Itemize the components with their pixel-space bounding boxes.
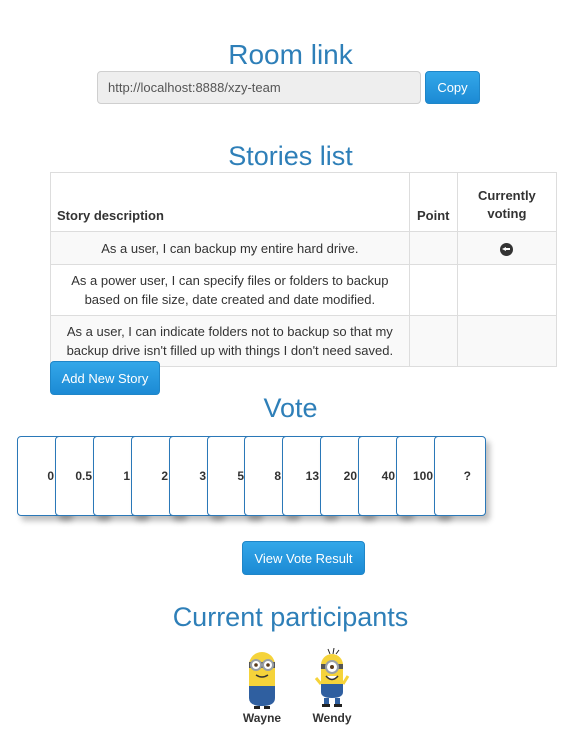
story-row[interactable]: As a user, I can backup my entire hard d… (50, 231, 558, 265)
stories-table-header: Story description Point Currently voting (50, 172, 558, 232)
story-description: As a user, I can indicate folders not to… (50, 315, 410, 367)
vote-heading: Vote (263, 393, 318, 423)
vote-card-deck: 0 0.5 1 2 3 5 8 13 20 40 100 ? (0, 436, 581, 526)
story-description: As a power user, I can specify files or … (50, 264, 410, 316)
stories-table: Story description Point Currently voting… (50, 172, 558, 367)
minion-two-eyed-avatar (249, 652, 275, 709)
minion-one-eyed-avatar (314, 648, 350, 707)
story-point (408, 231, 458, 265)
story-row[interactable]: As a user, I can indicate folders not to… (50, 315, 558, 367)
story-currently-voting (456, 315, 558, 367)
story-currently-voting (456, 231, 558, 265)
room-link-heading: Room link (228, 39, 353, 70)
story-currently-voting (456, 264, 558, 316)
column-header-description: Story description (50, 172, 410, 232)
column-header-point: Point (408, 172, 458, 232)
story-point (408, 315, 458, 367)
story-point (408, 264, 458, 316)
circle-arrow-left-icon (500, 242, 514, 256)
add-new-story-button[interactable]: Add New Story (50, 361, 160, 395)
copy-button[interactable]: Copy (425, 71, 480, 104)
participant-name: Wayne (242, 711, 282, 725)
room-link-input[interactable] (97, 71, 421, 104)
column-header-currently-voting: Currently voting (456, 172, 558, 232)
participant-name: Wendy (312, 711, 352, 725)
story-description: As a user, I can backup my entire hard d… (50, 231, 410, 265)
vote-card[interactable]: ? (434, 436, 486, 516)
current-participants-heading: Current participants (172, 602, 409, 632)
stories-list-heading: Stories list (228, 141, 353, 171)
participants-list: Wayne Wendy (0, 648, 581, 728)
view-vote-result-button[interactable]: View Vote Result (242, 541, 365, 575)
story-row[interactable]: As a power user, I can specify files or … (50, 264, 558, 316)
